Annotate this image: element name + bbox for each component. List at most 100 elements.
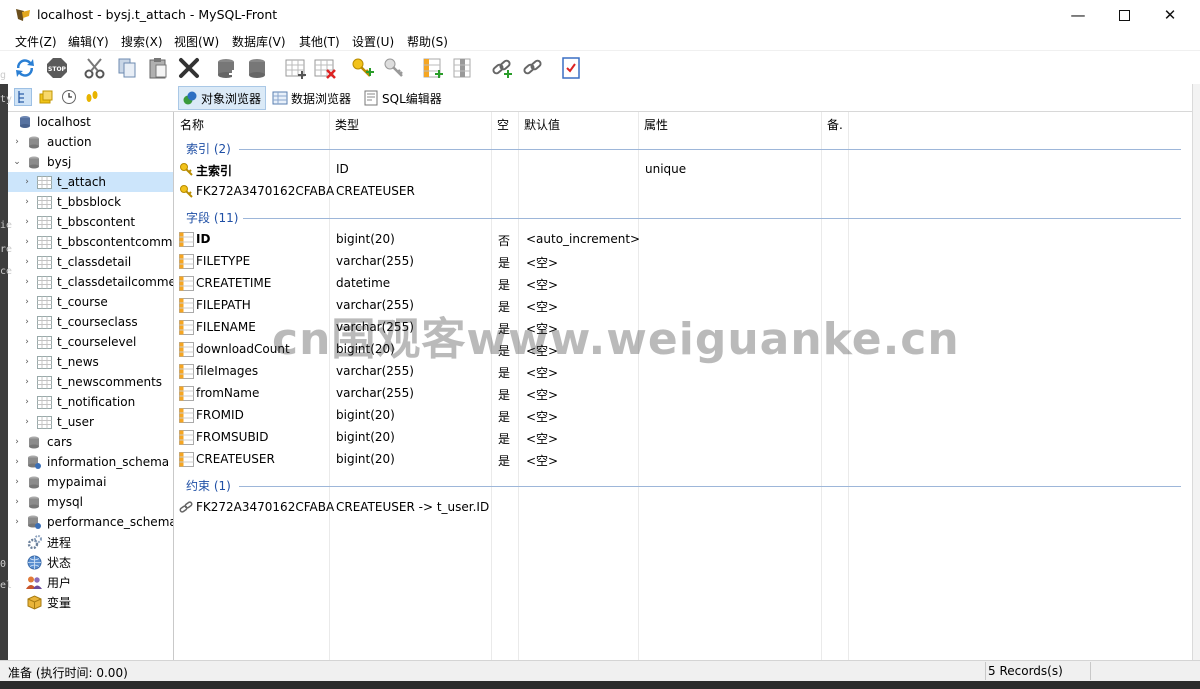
column-header-attribute[interactable]: 属性 [639,112,821,136]
column-header-default[interactable]: 默认值 [519,112,638,136]
delete-button[interactable] [175,54,203,82]
tree-node-database[interactable]: › auction [8,132,173,152]
delete-field-button[interactable] [449,54,477,82]
new-index-button[interactable] [349,54,377,82]
cut-button[interactable] [81,54,109,82]
tree-node-table[interactable]: › t_bbscontentcomme [8,232,173,252]
tab-sql-editor[interactable]: SQL编辑器 [360,86,446,110]
tree-node-table[interactable]: › t_courseclass [8,312,173,332]
group-header-constraints[interactable]: 约束 (1) [175,475,1185,495]
tree-node-table[interactable]: › t_bbsblock [8,192,173,212]
column-header-null[interactable]: 空 [492,112,518,136]
expand-arrow-icon[interactable]: › [22,217,32,227]
refresh-button[interactable] [11,54,39,82]
tree-node-table-selected[interactable]: › t_attach [8,172,173,192]
column-header-comment[interactable]: 备. [822,112,848,136]
delete-index-button[interactable] [381,54,409,82]
tree-node-table[interactable]: › t_news [8,352,173,372]
minimize-button[interactable]: — [1055,0,1101,30]
menu-view[interactable]: 视图(W) [174,33,219,50]
paste-button[interactable] [144,54,172,82]
delete-foreign-key-button[interactable] [519,54,547,82]
table-row-field[interactable]: ID bigint(20) 否 <auto_increment> [175,229,1185,251]
properties-button[interactable] [557,54,585,82]
expand-arrow-icon[interactable]: › [22,357,32,367]
tab-object-browser[interactable]: 对象浏览器 [178,86,267,110]
tree-node-system-database[interactable]: › information_schema [8,452,173,472]
tree-node-database[interactable]: › mysql [8,492,173,512]
new-database-button[interactable] [213,54,241,82]
menu-database[interactable]: 数据库(V) [232,33,286,50]
table-row-constraint[interactable]: FK272A3470162CFABA CREATEUSER -> t_user.… [175,497,1185,519]
menu-other[interactable]: 其他(T) [299,33,340,50]
expand-arrow-icon[interactable]: › [22,257,32,267]
table-row-field[interactable]: fromName varchar(255) 是 <空> [175,383,1185,405]
delete-database-button[interactable] [243,54,271,82]
tree-node-database[interactable]: › mypaimai [8,472,173,492]
tree-node-processes[interactable]: 进程 [8,532,173,552]
tree-node-table[interactable]: › t_bbscontent [8,212,173,232]
group-header-indexes[interactable]: 索引 (2) [175,138,1185,158]
new-table-button[interactable] [282,54,310,82]
tree-node-system-database[interactable]: › performance_schema [8,512,173,532]
expand-arrow-icon[interactable]: › [22,297,32,307]
expand-arrow-icon[interactable]: › [22,377,32,387]
tree-node-status[interactable]: 状态 [8,552,173,572]
expand-arrow-icon[interactable]: › [22,197,32,207]
new-foreign-key-button[interactable] [488,54,516,82]
tree-node-database[interactable]: › cars [8,432,173,452]
tree-node-table[interactable]: › t_classdetail [8,252,173,272]
expand-arrow-icon[interactable]: › [22,177,32,187]
table-row-field[interactable]: CREATEUSER bigint(20) 是 <空> [175,449,1185,471]
table-row-field[interactable]: CREATETIME datetime 是 <空> [175,273,1185,295]
copy-button[interactable] [113,54,141,82]
tree-node-table[interactable]: › t_notification [8,392,173,412]
expand-arrow-icon[interactable]: › [12,497,22,507]
tree-node-table[interactable]: › t_course [8,292,173,312]
expand-arrow-icon[interactable]: › [22,417,32,427]
menu-file[interactable]: 文件(Z) [15,33,57,50]
table-row-field[interactable]: FROMID bigint(20) 是 <空> [175,405,1185,427]
footprints-icon [86,91,98,102]
maximize-button[interactable] [1101,0,1147,30]
stop-button[interactable]: STOP [43,54,71,82]
table-row-field[interactable]: FROMSUBID bigint(20) 是 <空> [175,427,1185,449]
expand-arrow-icon[interactable]: › [22,237,32,247]
menu-help[interactable]: 帮助(S) [407,33,448,50]
menu-search[interactable]: 搜索(X) [121,33,163,50]
tree-node-table[interactable]: › t_newscomments [8,372,173,392]
table-row-field[interactable]: FILETYPE varchar(255) 是 <空> [175,251,1185,273]
tree-node-variables[interactable]: 变量 [8,592,173,612]
column-header-name[interactable]: 名称 [175,112,329,136]
tree-node-table[interactable]: › t_courselevel [8,332,173,352]
tree-node-localhost[interactable]: localhost [8,112,173,132]
tree-node-table[interactable]: › t_user [8,412,173,432]
expand-arrow-icon[interactable]: › [12,517,22,527]
table-row-index[interactable]: 主索引 ID unique [175,159,1185,181]
tree-node-database[interactable]: ⌄ bysj [8,152,173,172]
table-row-index[interactable]: FK272A3470162CFABA CREATEUSER [175,181,1185,203]
expand-arrow-icon[interactable]: › [22,317,32,327]
tree-view-toggle[interactable] [14,88,32,106]
tree-node-users[interactable]: 用户 [8,572,173,592]
menu-settings[interactable]: 设置(U) [352,33,394,50]
history-button[interactable] [60,88,78,106]
expand-arrow-icon[interactable]: › [22,337,32,347]
expand-arrow-icon[interactable]: › [22,277,32,287]
new-field-button[interactable] [419,54,447,82]
collapse-arrow-icon[interactable]: ⌄ [12,157,22,167]
expand-arrow-icon[interactable]: › [12,137,22,147]
group-header-fields[interactable]: 字段 (11) [175,207,1185,227]
expand-arrow-icon[interactable]: › [22,397,32,407]
expand-arrow-icon[interactable]: › [12,437,22,447]
sql-history-button[interactable] [83,88,101,106]
tab-data-browser[interactable]: 数据浏览器 [269,86,355,110]
bookmarks-button[interactable] [37,88,55,106]
delete-table-button[interactable] [311,54,339,82]
tree-node-table[interactable]: › t_classdetailcomme [8,272,173,292]
expand-arrow-icon[interactable]: › [12,457,22,467]
expand-arrow-icon[interactable]: › [12,477,22,487]
column-header-type[interactable]: 类型 [330,112,491,136]
close-button[interactable]: ✕ [1147,0,1193,30]
menu-edit[interactable]: 编辑(Y) [68,33,109,50]
